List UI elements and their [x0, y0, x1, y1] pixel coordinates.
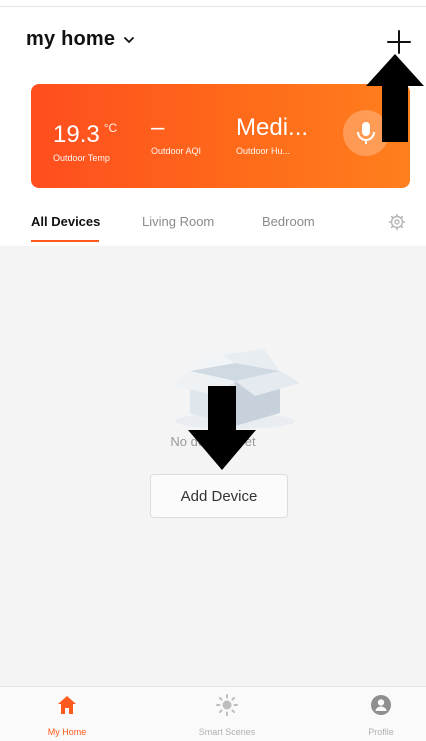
down-arrow-icon	[366, 54, 424, 142]
nav-label: My Home	[47, 727, 87, 737]
temp-unit: °C	[103, 121, 118, 135]
temp-cell: 19.3 °C Outdoor Temp	[53, 114, 117, 163]
temp-label: Outdoor Temp	[53, 153, 110, 163]
tab-all-devices[interactable]: All Devices	[31, 214, 100, 229]
profile-icon	[371, 695, 391, 715]
gear-icon[interactable]	[388, 213, 406, 231]
bottom-nav: My Home Smart Scenes Profile	[0, 686, 426, 741]
header: my home	[0, 20, 426, 66]
home-name: my home	[26, 28, 116, 50]
active-tab-indicator	[31, 240, 99, 242]
nav-label: Smart Scenes	[198, 727, 256, 737]
down-arrow-icon	[188, 386, 256, 470]
tab-bedroom[interactable]: Bedroom	[262, 214, 315, 229]
weather-card[interactable]: 19.3 °C Outdoor Temp – Outdoor AQI Medi..…	[31, 84, 410, 188]
nav-smart-scenes[interactable]: Smart Scenes	[182, 693, 272, 737]
nav-my-home[interactable]: My Home	[22, 693, 112, 737]
aqi-value: –	[151, 114, 165, 141]
nav-profile[interactable]: Profile	[336, 693, 426, 737]
humidity-value: Medi...	[236, 114, 309, 141]
room-tabs: All Devices Living Room Bedroom	[0, 200, 426, 246]
aqi-label: Outdoor AQI	[151, 146, 202, 156]
add-device-button[interactable]: Add Device	[150, 474, 288, 518]
home-icon	[58, 696, 76, 714]
home-selector[interactable]: my home	[26, 28, 135, 51]
humidity-cell: Medi... Outdoor Hu...	[236, 114, 308, 156]
sun-icon	[216, 694, 238, 716]
chevron-down-icon	[124, 36, 135, 43]
temp-value: 19.3	[53, 121, 100, 148]
top-divider	[0, 6, 426, 7]
humidity-label: Outdoor Hu...	[236, 146, 291, 156]
nav-label: Profile	[368, 727, 394, 737]
tab-living-room[interactable]: Living Room	[142, 214, 214, 229]
aqi-cell: – Outdoor AQI	[151, 114, 201, 156]
